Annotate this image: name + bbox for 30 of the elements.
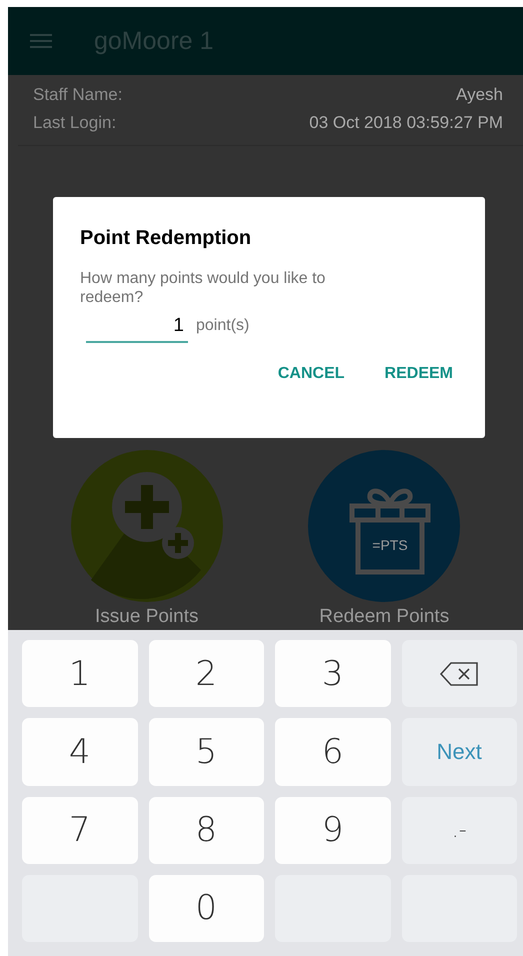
digit-key[interactable]: 0 bbox=[148, 874, 264, 942]
info-label: Last Login: bbox=[33, 113, 116, 133]
action-label[interactable]: Redeem Points bbox=[319, 606, 450, 628]
unit-label: point(s) bbox=[196, 317, 250, 336]
digit-key[interactable]: 8 bbox=[148, 796, 264, 864]
info-value: Ayesh bbox=[456, 85, 503, 105]
digit-key[interactable]: 9 bbox=[275, 796, 390, 864]
digit-key[interactable]: 3 bbox=[275, 640, 390, 708]
menu-icon[interactable] bbox=[30, 33, 52, 49]
dialog-message: How many points would you like to redeem? bbox=[80, 269, 326, 307]
add-points-icon[interactable] bbox=[70, 450, 223, 602]
dialog-title: Point Redemption bbox=[80, 227, 252, 250]
info-value: 03 Oct 2018 03:59:27 PM bbox=[309, 113, 503, 133]
action-label[interactable]: Issue Points bbox=[95, 606, 198, 628]
backspace-icon bbox=[439, 660, 480, 687]
redeem-circle[interactable] bbox=[308, 450, 460, 602]
digit-key[interactable]: 2 bbox=[148, 640, 264, 708]
redeem-button[interactable]: REDEEM bbox=[374, 357, 463, 391]
info-label: Staff Name: bbox=[33, 85, 122, 105]
digit-key[interactable]: 1 bbox=[22, 640, 138, 708]
digit-key[interactable]: 6 bbox=[275, 718, 390, 786]
cancel-button[interactable]: CANCEL bbox=[268, 357, 355, 391]
gift-label: =PTS bbox=[372, 537, 408, 553]
digit-key[interactable]: 7 bbox=[22, 796, 138, 864]
points-input[interactable]: 1 bbox=[86, 315, 188, 343]
backspace-key[interactable] bbox=[402, 640, 517, 708]
digit-key[interactable]: 5 bbox=[148, 718, 264, 786]
symbol-key[interactable]: .- bbox=[402, 796, 517, 864]
gift-icon bbox=[350, 488, 431, 574]
digit-key[interactable]: 4 bbox=[22, 718, 138, 786]
